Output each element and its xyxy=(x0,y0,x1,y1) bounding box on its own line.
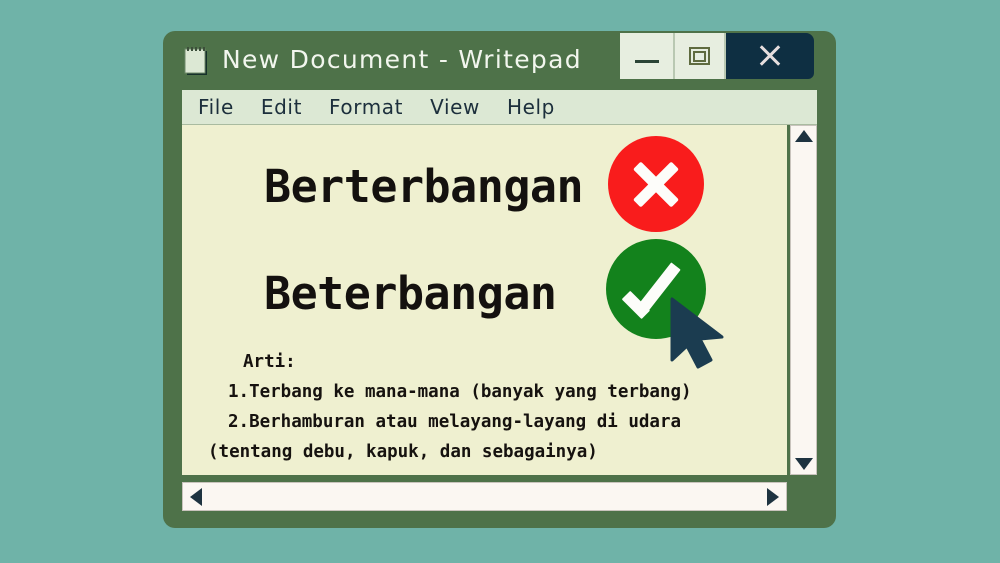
incorrect-word-text: Berterbangan xyxy=(264,160,584,213)
definition-item: 2.Berhamburan atau melayang-layang di ud… xyxy=(228,412,682,432)
menu-item-view[interactable]: View xyxy=(430,95,480,119)
menu-item-edit[interactable]: Edit xyxy=(261,95,302,119)
document-text-area[interactable]: Berterbangan Beterbangan Arti: 1.Terbang… xyxy=(182,125,787,475)
minimize-button[interactable] xyxy=(620,33,673,79)
red-cross-circle-icon xyxy=(608,136,704,232)
close-button[interactable] xyxy=(726,33,814,79)
minimize-icon xyxy=(634,60,659,63)
scroll-down-arrow-icon[interactable] xyxy=(794,458,813,470)
menu-item-help[interactable]: Help xyxy=(507,95,555,119)
maximize-icon xyxy=(689,47,710,65)
title-bar[interactable]: New Document - Writepad xyxy=(163,31,836,88)
scroll-right-arrow-icon[interactable] xyxy=(767,487,779,506)
cross-glyph-icon xyxy=(631,159,681,209)
menu-bar: File Edit Format View Help xyxy=(182,90,817,125)
window-title: New Document - Writepad xyxy=(222,45,582,74)
definition-block: Arti: 1.Terbang ke mana-mana (banyak yan… xyxy=(208,347,768,467)
menu-item-format[interactable]: Format xyxy=(329,95,403,119)
close-icon xyxy=(757,43,783,69)
definition-note: (tentang debu, kapuk, dan sebagainya) xyxy=(208,442,598,462)
definition-item: 1.Terbang ke mana-mana (banyak yang terb… xyxy=(228,382,692,402)
notepad-icon xyxy=(184,46,210,76)
window-controls xyxy=(620,33,814,79)
menu-item-file[interactable]: File xyxy=(198,95,234,119)
correct-word-text: Beterbangan xyxy=(264,267,557,320)
application-window: New Document - Writepad File Edit Format… xyxy=(163,31,836,528)
scroll-left-arrow-icon[interactable] xyxy=(190,487,202,506)
maximize-button[interactable] xyxy=(673,33,726,79)
scroll-up-arrow-icon[interactable] xyxy=(794,130,813,142)
horizontal-scrollbar[interactable] xyxy=(182,482,787,511)
vertical-scrollbar[interactable] xyxy=(790,125,817,475)
definition-label: Arti: xyxy=(243,352,296,372)
